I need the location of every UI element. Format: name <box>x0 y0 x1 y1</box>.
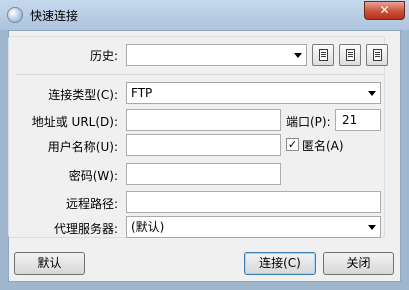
close-button[interactable]: 关闭 <box>323 252 394 275</box>
app-icon <box>7 7 23 23</box>
address-input[interactable] <box>126 109 281 131</box>
connection-type-label: 连接类型(C): <box>48 88 118 102</box>
window-title: 快速连接 <box>30 9 79 23</box>
connection-type-value: FTP <box>131 86 153 100</box>
separator <box>16 74 385 75</box>
title-bar: 快速连接 ✕ <box>0 0 409 30</box>
remote-path-input[interactable] <box>126 191 381 213</box>
remote-path-label: 远程路径: <box>65 197 118 211</box>
port-input[interactable]: 21 <box>335 109 381 131</box>
proxy-value: (默认) <box>131 220 165 234</box>
default-button[interactable]: 默认 <box>14 252 85 275</box>
proxy-select[interactable]: (默认) <box>126 216 381 238</box>
history-combo[interactable] <box>126 44 307 66</box>
password-label: 密码(W): <box>68 169 118 183</box>
password-input[interactable] <box>126 163 281 185</box>
port-label: 端口(P): <box>286 115 331 129</box>
connect-button[interactable]: 连接(C) <box>244 252 316 275</box>
chevron-down-icon <box>294 53 302 58</box>
history-save-icon[interactable] <box>339 44 361 66</box>
anonymous-label[interactable]: 匿名(A) <box>302 137 344 154</box>
chevron-down-icon <box>368 91 376 96</box>
connection-type-select[interactable]: FTP <box>126 82 381 104</box>
history-delete-icon[interactable] <box>366 44 388 66</box>
history-list-icon[interactable] <box>312 44 334 66</box>
username-label: 用户名称(U): <box>47 140 118 154</box>
history-label: 历史: <box>89 49 118 63</box>
username-input[interactable] <box>126 134 281 156</box>
close-icon[interactable]: ✕ <box>364 1 405 20</box>
proxy-label: 代理服务器: <box>53 222 118 236</box>
anonymous-checkbox[interactable]: ✓ <box>286 138 299 151</box>
chevron-down-icon <box>368 225 376 230</box>
address-label: 地址或 URL(D): <box>31 115 118 129</box>
